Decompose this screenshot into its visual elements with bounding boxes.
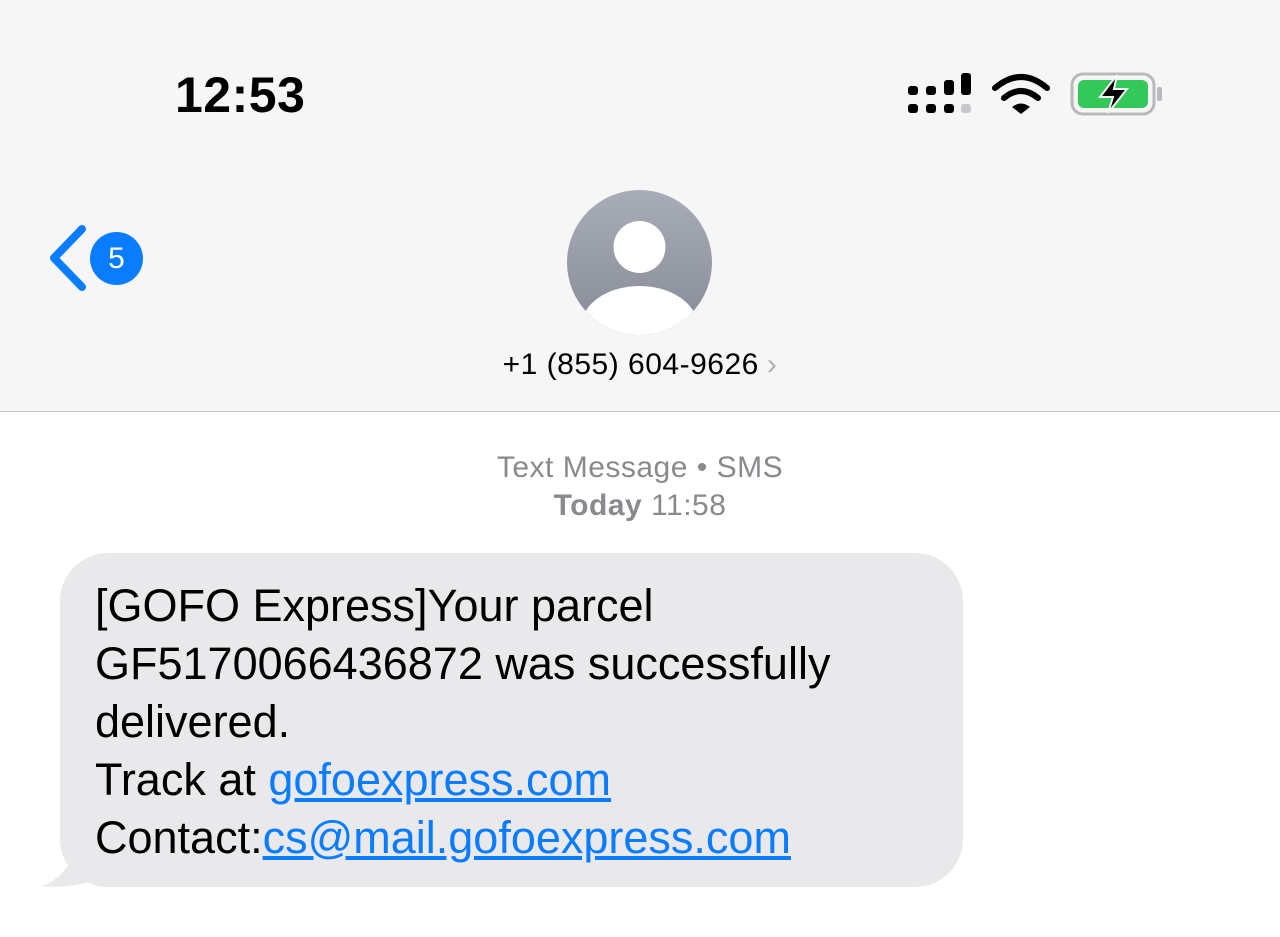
contact-name-button[interactable]: +1 (855) 604-9626 › xyxy=(0,348,1280,382)
cellular-signal-icon xyxy=(908,73,971,113)
navigation-header: 12:53 5 +1 (855) 604-9626 › xyxy=(0,0,1280,412)
unread-count-badge: 5 xyxy=(90,232,143,285)
person-icon xyxy=(581,221,698,335)
wifi-icon xyxy=(992,74,1050,114)
track-line: Track at gofoexpress.com xyxy=(95,751,933,809)
service-label: Text Message xyxy=(496,451,688,484)
back-button[interactable]: 5 xyxy=(44,224,148,292)
track-link[interactable]: gofoexpress.com xyxy=(268,754,611,805)
timestamp-time: 11:58 xyxy=(651,489,727,522)
message-line: [GOFO Express]Your parcel xyxy=(95,580,654,631)
battery-charging-icon xyxy=(1070,72,1162,116)
message-line: delivered. xyxy=(95,696,291,747)
contact-avatar[interactable] xyxy=(567,190,712,335)
contact-number: +1 (855) 604-9626 xyxy=(502,348,759,381)
message-bubble[interactable]: [GOFO Express]Your parcel GF517006643687… xyxy=(60,553,963,887)
message-service-label: Text Message • SMS xyxy=(0,451,1280,485)
separator: • xyxy=(687,451,717,484)
message-line: GF5170066436872 was successfully xyxy=(95,638,831,689)
contact-line: Contact:cs@mail.gofoexpress.com xyxy=(95,809,933,867)
chevron-left-icon xyxy=(50,225,86,291)
message-timestamp: Today 11:58 xyxy=(0,489,1280,523)
track-prefix: Track at xyxy=(95,754,269,805)
service-type: SMS xyxy=(716,451,784,484)
timestamp-day: Today xyxy=(553,489,643,522)
contact-prefix: Contact: xyxy=(95,812,263,863)
chevron-right-icon: › xyxy=(766,348,778,381)
contact-email-link[interactable]: cs@mail.gofoexpress.com xyxy=(263,812,791,863)
status-time: 12:53 xyxy=(175,67,306,123)
